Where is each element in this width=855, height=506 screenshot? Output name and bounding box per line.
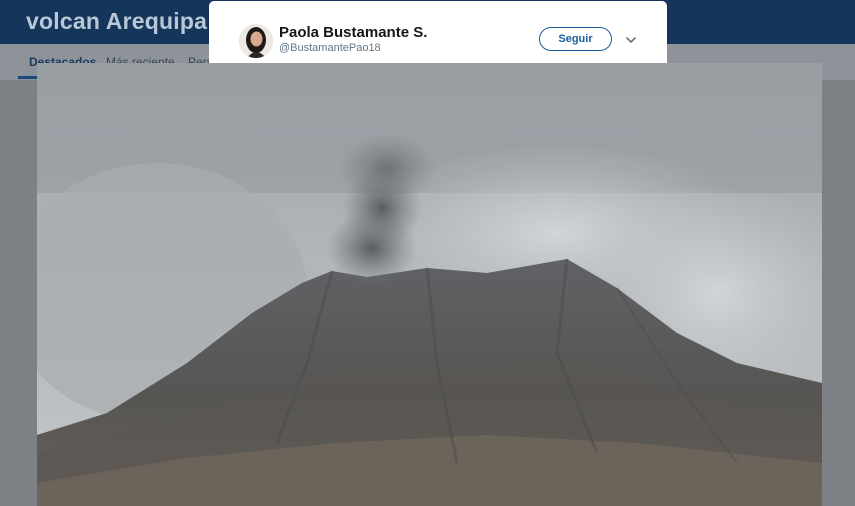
tweet-photo[interactable] <box>37 63 822 506</box>
follow-button[interactable]: Seguir <box>539 27 612 51</box>
author-handle[interactable]: @BustamantePao18 <box>279 42 381 54</box>
tweet-card: Paola Bustamante S. @BustamantePao18 Seg… <box>209 1 667 71</box>
page-title: volcan Arequipa <box>26 8 208 34</box>
author-name[interactable]: Paola Bustamante S. <box>279 24 427 41</box>
avatar[interactable] <box>239 24 273 58</box>
chevron-down-icon[interactable] <box>624 33 638 47</box>
